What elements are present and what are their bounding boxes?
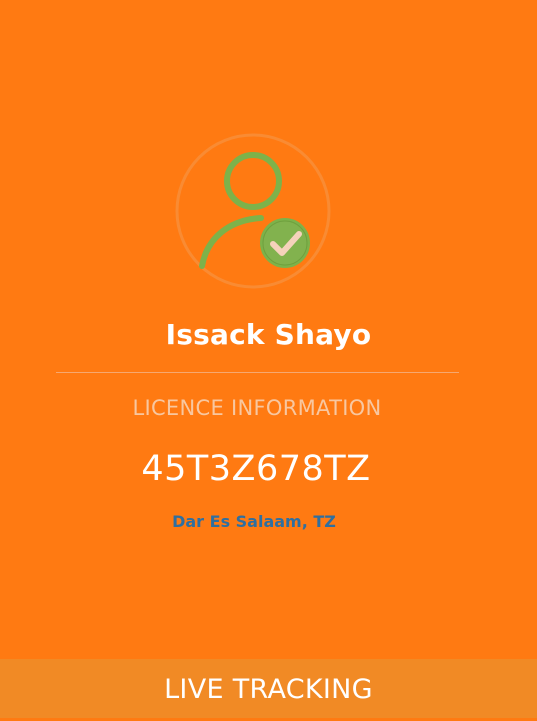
driver-name: Issack Shayo [165, 318, 372, 351]
licence-location: Dar Es Salaam, TZ [172, 512, 336, 531]
driver-profile-card: Issack Shayo LICENCE INFORMATION 45T3Z67… [0, 0, 537, 659]
divider [56, 372, 459, 373]
licence-number: 45T3Z678TZ [141, 449, 371, 489]
verified-user-icon [173, 128, 333, 294]
licence-section-label: LICENCE INFORMATION [132, 396, 382, 420]
live-tracking-button[interactable]: LIVE TRACKING [0, 659, 537, 718]
